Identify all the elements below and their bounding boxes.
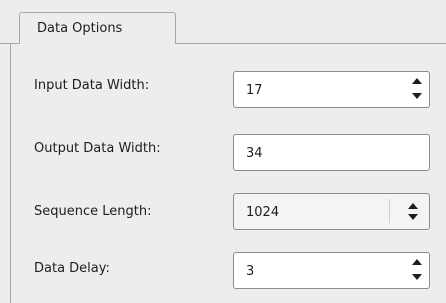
triangle-down-icon[interactable]: [407, 213, 419, 221]
data-delay-field[interactable]: 3: [233, 252, 430, 289]
data-delay-spinbox[interactable]: 3: [233, 252, 430, 289]
input-data-width-value: 17: [246, 83, 263, 98]
data-delay-value: 3: [246, 264, 255, 279]
output-data-width-wrapper: 34: [233, 134, 430, 171]
input-data-width-field[interactable]: 17: [233, 71, 430, 108]
triangle-down-icon[interactable]: [409, 272, 425, 283]
tab-label: Data Options: [37, 21, 123, 36]
triangle-up-icon[interactable]: [409, 76, 425, 87]
sequence-length-label: Sequence Length:: [34, 204, 152, 219]
tab-bar: Data Options: [0, 0, 446, 44]
sequence-length-arrows[interactable]: [405, 201, 421, 221]
sequence-length-value: 1024: [246, 205, 280, 220]
output-data-width-value: 34: [246, 146, 263, 161]
data-delay-spin-buttons: [405, 253, 429, 286]
combo-separator: [389, 199, 390, 223]
input-data-width-label: Input Data Width:: [34, 78, 150, 93]
tab-data-options[interactable]: Data Options: [19, 12, 176, 44]
triangle-up-icon[interactable]: [409, 257, 425, 268]
triangle-down-icon[interactable]: [409, 91, 425, 102]
sequence-length-combo[interactable]: 1024: [233, 193, 430, 230]
sequence-length-field[interactable]: 1024: [233, 193, 430, 230]
input-data-width-spinbox[interactable]: 17: [233, 71, 430, 108]
data-delay-label: Data Delay:: [34, 261, 110, 276]
output-data-width-field[interactable]: 34: [233, 134, 430, 171]
input-data-width-spin-buttons: [405, 72, 429, 105]
output-data-width-label: Output Data Width:: [34, 141, 161, 156]
triangle-up-icon[interactable]: [407, 202, 419, 210]
